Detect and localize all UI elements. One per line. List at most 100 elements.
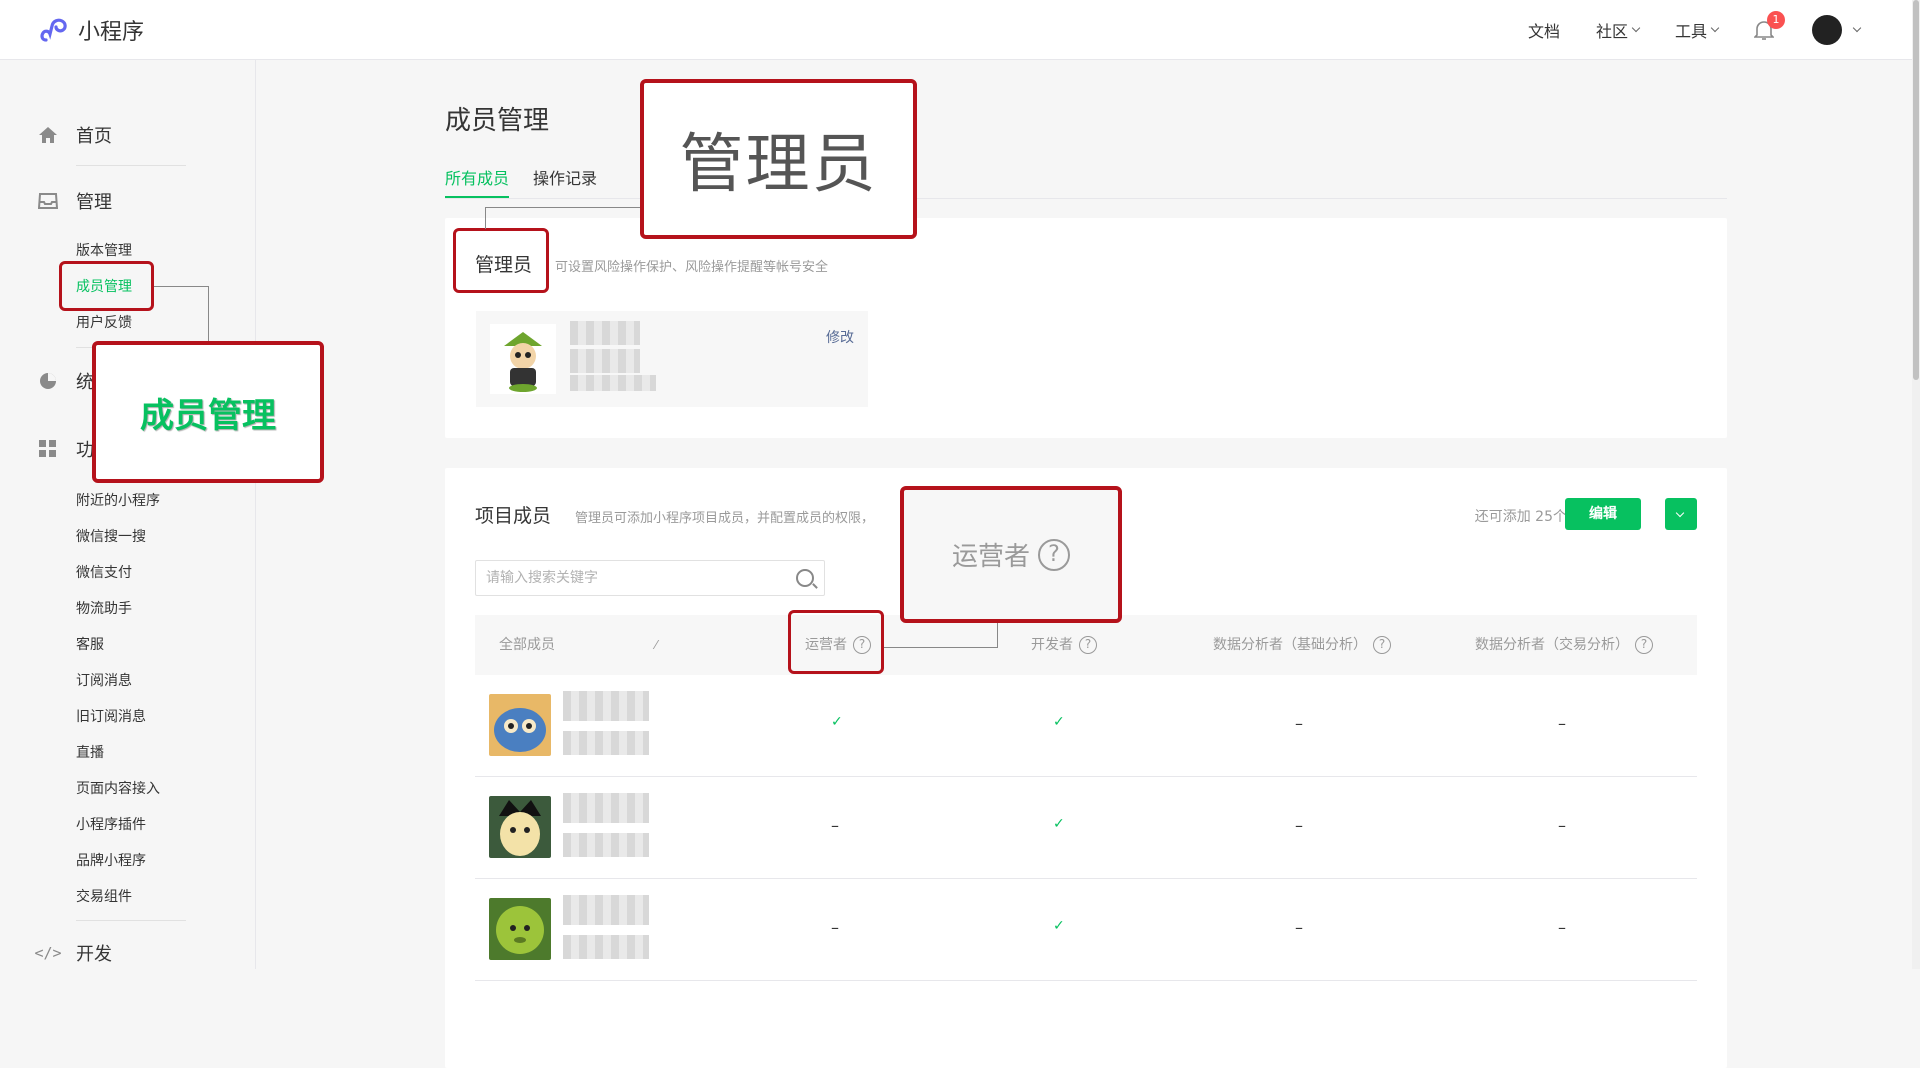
avatar (1812, 15, 1842, 45)
admin-section-desc: 可设置风险操作保护、风险操作提醒等帐号安全 (555, 260, 829, 275)
sidebar-item-version-management[interactable]: 版本管理 (76, 240, 132, 260)
help-icon: ? (1038, 538, 1070, 571)
sidebar-item-features[interactable]: 功 (38, 436, 94, 462)
nav-tools[interactable]: 工具 (1674, 18, 1720, 42)
modify-admin-link[interactable]: 修改 (826, 327, 854, 347)
inbox-icon (38, 191, 58, 211)
column-label: 数据分析者（基础分析） (1213, 637, 1367, 653)
connector-line (485, 207, 486, 229)
scrollbar-thumb[interactable] (1913, 0, 1919, 380)
top-nav: 文档 社区 工具 1 (1492, 0, 1862, 60)
tab-all-members[interactable]: 所有成员 (445, 165, 510, 198)
sidebar-item-home[interactable]: 首页 (38, 122, 112, 148)
nav-community[interactable]: 社区 (1595, 18, 1641, 42)
redacted-name (570, 321, 640, 345)
redacted-name (563, 895, 649, 925)
highlight-member-management (59, 261, 154, 311)
table-row: – ✓ – – (475, 880, 1697, 981)
callout-label: 运营者 (951, 542, 1030, 572)
add-quota-hint: 还可添加 25个 (1474, 509, 1567, 525)
sidebar-item-trade-component[interactable]: 交易组件 (76, 886, 132, 906)
redacted-id (563, 833, 649, 857)
divider (76, 920, 186, 921)
sidebar-item-plugins[interactable]: 小程序插件 (76, 814, 146, 834)
chevron-down-icon (1631, 23, 1641, 33)
column-label: 全部成员 (499, 637, 555, 653)
sidebar-item-manage[interactable]: 管理 (38, 188, 112, 214)
nav-docs[interactable]: 文档 (1528, 18, 1560, 42)
sidebar-item-customer-service[interactable]: 客服 (76, 634, 104, 654)
chevron-down-icon (1710, 23, 1720, 33)
sidebar-item-wechat-pay[interactable]: 微信支付 (76, 562, 132, 582)
sidebar-item-brand[interactable]: 品牌小程序 (76, 850, 146, 870)
sidebar: 首页 管理 版本管理 成员管理 用户反馈 统 功 附近的小程序 微信搜一搜 微信… (0, 60, 256, 969)
connector-line (154, 286, 209, 287)
member-avatar (489, 898, 551, 960)
operator-cell: – (831, 918, 839, 937)
logo[interactable]: 小程序 (38, 14, 144, 46)
developer-cell: ✓ (1053, 816, 1065, 832)
members-section-desc: 管理员可添加小程序项目成员，并配置成员的权限， (575, 511, 875, 526)
redacted-name (570, 349, 640, 373)
code-icon: </> (34, 944, 62, 962)
help-icon[interactable]: ? (1079, 636, 1097, 654)
column-data-trade: 数据分析者（交易分析）? (1475, 615, 1653, 675)
scrollbar[interactable] (1912, 0, 1920, 969)
admin-entry: 修改 (476, 311, 868, 407)
redacted-id (563, 731, 649, 755)
admin-card: 管理员 可设置风险操作保护、风险操作提醒等帐号安全 修改 (445, 218, 1727, 438)
redacted-name (563, 691, 649, 721)
grid-icon (38, 439, 58, 459)
callout-label: 管理员 (679, 128, 878, 202)
sidebar-item-label: 首页 (76, 126, 112, 147)
nav-community-label: 社区 (1595, 22, 1628, 41)
redacted-id (570, 375, 656, 391)
tab-operation-log[interactable]: 操作记录 (533, 165, 597, 198)
sidebar-item-develop[interactable]: </> 开发 (34, 940, 112, 966)
tab-bar: 所有成员 操作记录 (445, 165, 1727, 199)
member-avatar (489, 694, 551, 756)
sidebar-item-nearby[interactable]: 附近的小程序 (76, 490, 160, 510)
search-input[interactable] (476, 561, 776, 595)
sidebar-item-logistics[interactable]: 物流助手 (76, 598, 132, 618)
connector-line (884, 647, 998, 648)
callout-operator: 运营者 ? (900, 486, 1122, 623)
help-icon[interactable]: ? (1635, 636, 1653, 654)
home-icon (38, 125, 58, 145)
notifications[interactable]: 1 (1753, 11, 1785, 41)
sidebar-item-subscribe-message[interactable]: 订阅消息 (76, 670, 132, 690)
members-table-header: 全部成员 ⁄ 运营者? 开发者? 数据分析者（基础分析）? 数据分析者（交易分析）… (475, 615, 1697, 675)
table-row: ✓ ✓ – – (475, 676, 1697, 777)
sidebar-item-user-feedback[interactable]: 用户反馈 (76, 312, 132, 332)
account-menu[interactable] (1812, 15, 1862, 45)
sidebar-item-old-subscribe-message[interactable]: 旧订阅消息 (76, 706, 146, 726)
sidebar-item-page-content[interactable]: 页面内容接入 (76, 778, 160, 798)
data-basic-cell: – (1295, 918, 1303, 937)
connector-line (997, 622, 998, 648)
column-data-basic: 数据分析者（基础分析）? (1213, 615, 1391, 675)
miniprogram-logo-icon (40, 18, 67, 42)
bell-icon: 1 (1753, 11, 1785, 41)
data-trade-cell: – (1558, 816, 1566, 835)
nav-tools-label: 工具 (1674, 22, 1707, 41)
callout-member-management: 成员管理 (92, 341, 324, 483)
pie-chart-icon (38, 371, 58, 391)
sidebar-item-live[interactable]: 直播 (76, 742, 104, 762)
redacted-id (563, 935, 649, 959)
data-trade-cell: – (1558, 714, 1566, 733)
connector-line (208, 286, 209, 341)
members-section-title: 项目成员 (475, 505, 552, 527)
edit-button[interactable]: 编辑 (1565, 498, 1641, 530)
sidebar-item-stats[interactable]: 统 (38, 368, 94, 394)
help-icon[interactable]: ? (1373, 636, 1391, 654)
highlight-admin-title (453, 228, 549, 293)
page-title: 成员管理 (445, 106, 550, 136)
admin-avatar (490, 324, 556, 394)
search-icon[interactable] (796, 569, 814, 587)
column-all-members[interactable]: 全部成员 ⁄ (499, 615, 657, 675)
developer-cell: ✓ (1053, 918, 1065, 934)
sidebar-item-wechat-search[interactable]: 微信搜一搜 (76, 526, 146, 546)
more-options-button[interactable] (1665, 498, 1697, 530)
member-avatar (489, 796, 551, 858)
divider (76, 165, 186, 166)
